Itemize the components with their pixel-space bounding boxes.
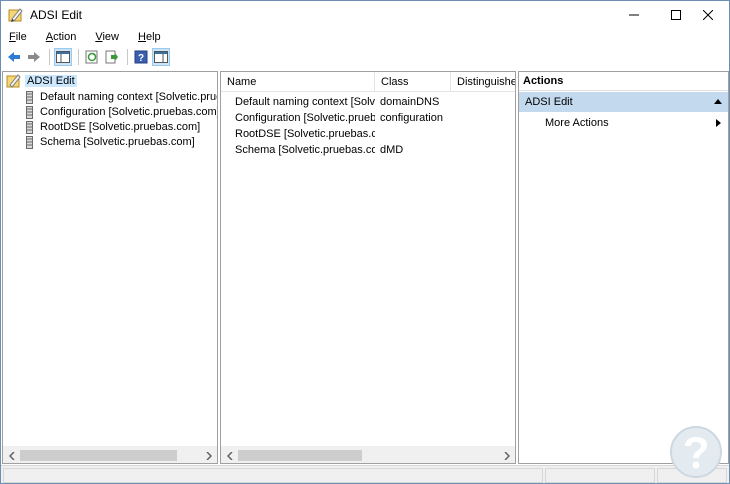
tree-item-label: Configuration [Solvetic.pruebas.com]	[40, 106, 218, 118]
cell-class: dMD	[380, 144, 404, 156]
tree-item-label: Default naming context [Solvetic.pruebas…	[40, 91, 217, 103]
row-name-text: RootDSE [Solvetic.pruebas.com]	[235, 128, 375, 140]
tree-root-label: ADSI Edit	[25, 75, 77, 87]
scroll-right-icon[interactable]	[200, 447, 217, 463]
column-header-class[interactable]: Class	[375, 72, 451, 92]
row-name-text: Configuration [Solvetic.pruebas.com]	[235, 112, 375, 124]
menu-view[interactable]: View	[91, 31, 123, 43]
actions-section-adsi-edit[interactable]: ADSI Edit	[519, 92, 728, 112]
watermark-logo	[669, 425, 723, 479]
server-icon	[26, 90, 33, 104]
status-bar	[1, 465, 729, 483]
cell-name: Default naming context [Solvetic.pruebas…	[229, 94, 375, 110]
list-row-schema[interactable]: Schema [Solvetic.pruebas.com] dMD	[221, 142, 515, 158]
tree-item-label: Schema [Solvetic.pruebas.com]	[40, 136, 195, 148]
forward-icon[interactable]	[25, 48, 43, 66]
tree-item-rootdse[interactable]: RootDSE [Solvetic.pruebas.com]	[26, 120, 200, 134]
tree-item-label: RootDSE [Solvetic.pruebas.com]	[40, 121, 201, 133]
cell-class	[380, 126, 452, 142]
toolbar-separator	[49, 49, 50, 65]
cell-name: RootDSE [Solvetic.pruebas.com]	[229, 126, 375, 142]
row-name-text: Schema [Solvetic.pruebas.com]	[235, 144, 375, 156]
server-icon	[26, 105, 33, 119]
tree-root-adsi-edit[interactable]: ADSI Edit	[6, 74, 77, 88]
list-row-rootdse[interactable]: RootDSE [Solvetic.pruebas.com]	[221, 126, 515, 142]
adsi-edit-window: ADSI Edit File Action View Help ? ADSI E…	[0, 0, 730, 484]
column-header-name[interactable]: Name	[221, 72, 375, 92]
tree-item-schema[interactable]: Schema [Solvetic.pruebas.com]	[26, 135, 195, 149]
more-actions-label: More Actions	[545, 117, 609, 129]
export-list-icon[interactable]	[103, 48, 121, 66]
show-hide-console-tree-icon[interactable]	[54, 48, 72, 66]
status-segment	[3, 468, 543, 483]
adsi-edit-app-icon	[8, 7, 24, 23]
results-list-pane: Name Class Distinguished Name Default na…	[220, 71, 516, 464]
minimize-button[interactable]	[613, 1, 655, 29]
actions-section-label: ADSI Edit	[525, 96, 573, 108]
scrollbar-thumb[interactable]	[238, 450, 362, 461]
show-hide-action-pane-icon[interactable]	[152, 48, 170, 66]
list-header: Name Class Distinguished Name	[221, 72, 515, 92]
tree-item-configuration[interactable]: Configuration [Solvetic.pruebas.com]	[26, 105, 218, 119]
title-bar: ADSI Edit	[1, 1, 729, 29]
list-horizontal-scrollbar[interactable]	[221, 446, 515, 463]
more-actions-item[interactable]: More Actions	[519, 114, 728, 132]
menu-help[interactable]: Help	[134, 31, 165, 43]
toolbar-separator	[127, 49, 128, 65]
server-icon	[26, 120, 33, 134]
menu-file[interactable]: File	[5, 31, 31, 43]
close-button[interactable]	[687, 1, 729, 29]
scroll-left-icon[interactable]	[221, 447, 238, 463]
submenu-arrow-icon	[716, 119, 721, 127]
toolbar-separator	[78, 49, 79, 65]
back-icon[interactable]	[5, 48, 23, 66]
menu-action[interactable]: Action	[42, 31, 81, 43]
status-segment	[545, 468, 655, 483]
list-row-configuration[interactable]: Configuration [Solvetic.pruebas.com] con…	[221, 110, 515, 126]
tree-horizontal-scrollbar[interactable]	[3, 446, 217, 463]
console-tree-pane: ADSI Edit Default naming context [Solvet…	[2, 71, 218, 464]
actions-header: Actions	[519, 72, 728, 91]
cell-class: configuration	[380, 112, 443, 124]
column-header-distinguished-name[interactable]: Distinguished Name	[451, 72, 515, 92]
scrollbar-thumb[interactable]	[20, 450, 177, 461]
server-icon	[26, 135, 33, 149]
window-title: ADSI Edit	[30, 8, 83, 22]
actions-pane: Actions ADSI Edit More Actions	[518, 71, 729, 464]
cell-class: domainDNS	[380, 96, 440, 108]
scroll-right-icon[interactable]	[498, 447, 515, 463]
help-icon[interactable]: ?	[132, 48, 150, 66]
cell-name: Schema [Solvetic.pruebas.com]	[229, 142, 375, 158]
row-name-text: Default naming context [Solvetic.pruebas…	[235, 96, 375, 108]
toolbar: ?	[1, 47, 729, 67]
list-row-default-naming-context[interactable]: Default naming context [Solvetic.pruebas…	[221, 94, 515, 110]
cell-name: Configuration [Solvetic.pruebas.com]	[229, 110, 375, 126]
refresh-icon[interactable]	[83, 48, 101, 66]
tree-item-default-naming-context[interactable]: Default naming context [Solvetic.pruebas…	[26, 90, 217, 104]
collapse-up-icon[interactable]	[714, 99, 722, 104]
scroll-left-icon[interactable]	[3, 447, 20, 463]
adsi-edit-icon	[6, 74, 21, 88]
menu-bar: File Action View Help	[1, 29, 729, 45]
svg-text:?: ?	[138, 53, 144, 64]
